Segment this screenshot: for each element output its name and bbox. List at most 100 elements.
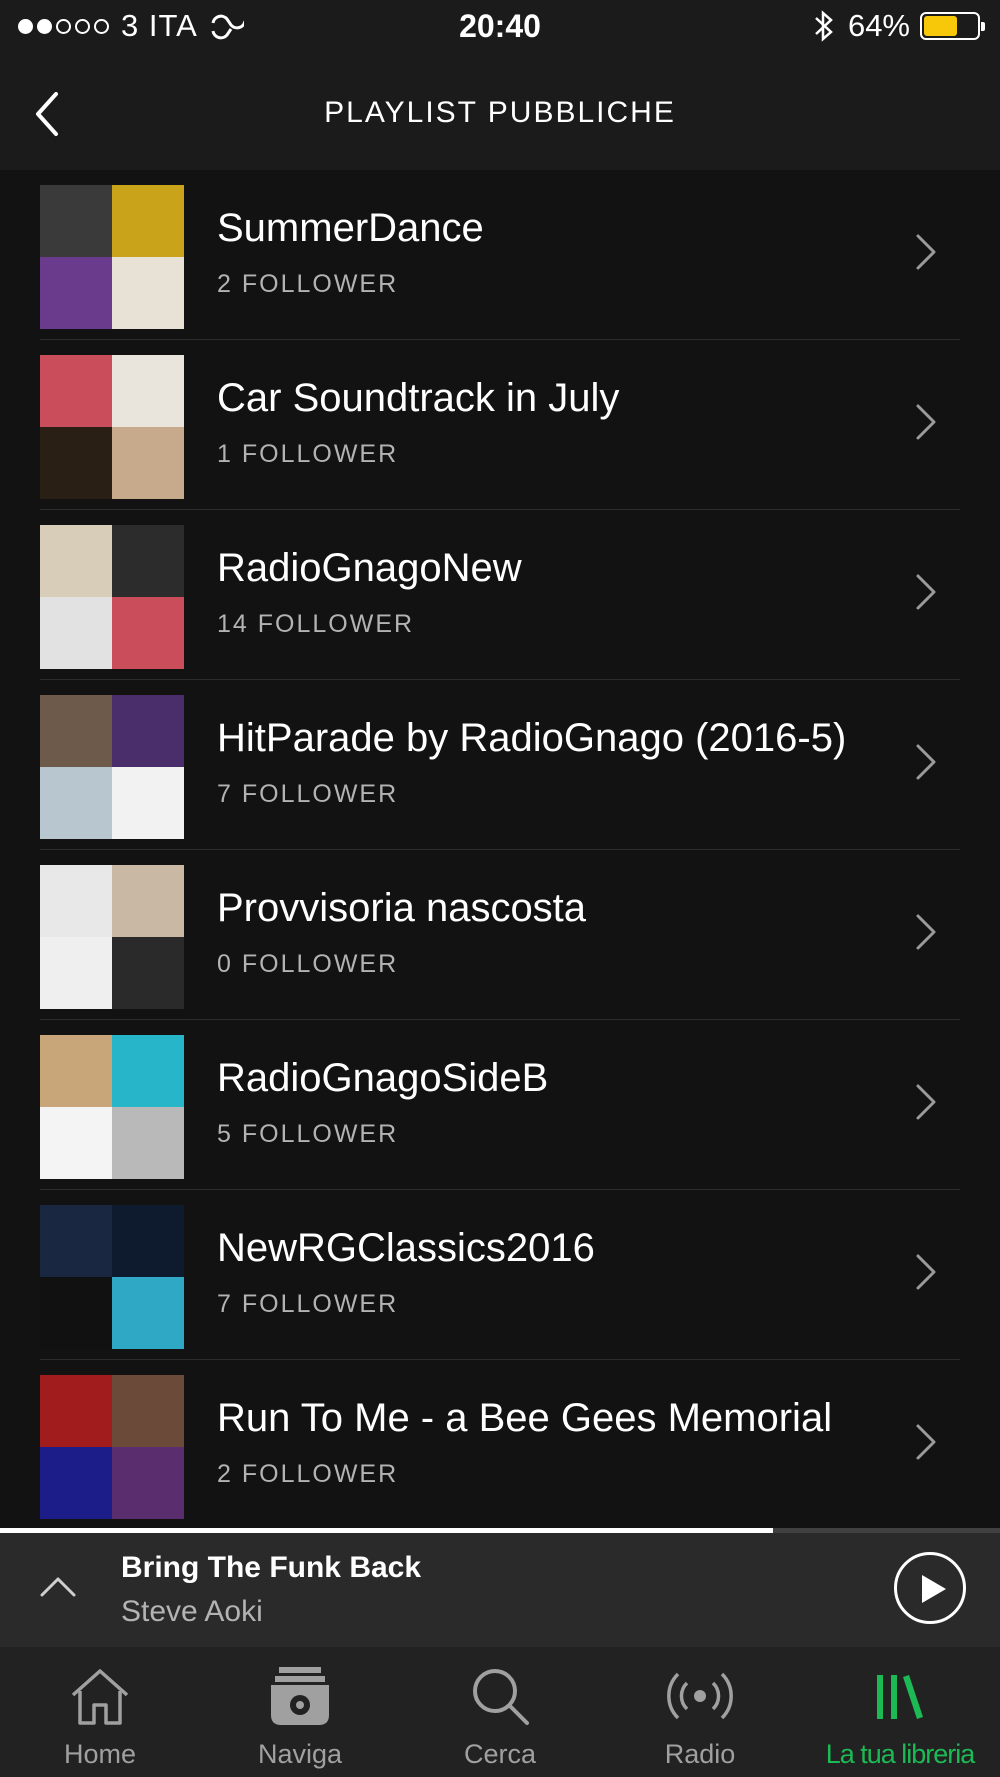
playlist-followers: 2 FOLLOWER — [217, 270, 399, 298]
playlist-row[interactable]: RadioGnagoSideB 5 FOLLOWER — [0, 1020, 1000, 1190]
playlist-row[interactable]: SummerDance 2 FOLLOWER — [0, 170, 1000, 340]
playlist-cover — [40, 1035, 184, 1179]
bluetooth-icon — [815, 10, 833, 42]
chevron-right-icon — [916, 914, 936, 950]
now-playing-bar[interactable]: Bring The Funk Back Steve Aoki — [0, 1533, 1000, 1647]
radio-icon — [667, 1672, 733, 1720]
tab-label: Naviga — [257, 1739, 343, 1769]
album-art-tile — [40, 767, 112, 839]
album-art-tile — [40, 1107, 112, 1179]
album-art-tile — [112, 1205, 184, 1277]
playlist-cover — [40, 355, 184, 499]
tab-label: Home — [63, 1739, 137, 1769]
album-art-tile — [112, 1447, 184, 1519]
search-icon — [473, 1669, 529, 1725]
playlist-row[interactable]: Car Soundtrack in July 1 FOLLOWER — [0, 340, 1000, 510]
playlist-followers: 5 FOLLOWER — [217, 1120, 399, 1148]
tab-label: La tua libreria — [825, 1739, 976, 1769]
album-art-tile — [40, 257, 112, 329]
album-art-tile — [112, 1107, 184, 1179]
playlist-row[interactable]: NewRGClassics2016 7 FOLLOWER — [0, 1190, 1000, 1360]
playlist-row[interactable]: RadioGnagoNew 14 FOLLOWER — [0, 510, 1000, 680]
playlist-name: NewRGClassics2016 — [217, 1226, 595, 1270]
album-art-tile — [112, 257, 184, 329]
album-art-tile — [112, 427, 184, 499]
album-art-tile — [112, 1035, 184, 1107]
chevron-right-icon — [916, 1254, 936, 1290]
album-art-tile — [112, 1375, 184, 1447]
playlist-name: Car Soundtrack in July — [217, 376, 620, 420]
tab-browse[interactable]: Naviga — [200, 1647, 400, 1777]
carrier-name: 3 ITA — [121, 8, 198, 43]
tab-search[interactable]: Cerca — [400, 1647, 600, 1777]
playlist-name: RadioGnagoNew — [217, 546, 522, 590]
battery-level — [924, 16, 958, 36]
album-art-tile — [40, 695, 112, 767]
tab-label: Radio — [664, 1739, 736, 1769]
status-bar: 3 ITA 20:40 64% — [0, 0, 1000, 56]
playlist-list: SummerDance 2 FOLLOWER Car Soundtrack in J… — [0, 170, 1000, 1530]
chevron-up-icon[interactable] — [38, 1571, 78, 1601]
playlist-cover — [40, 695, 184, 839]
album-art-tile — [40, 865, 112, 937]
album-art-tile — [40, 1375, 112, 1447]
sync-icon — [211, 14, 244, 40]
album-art-tile — [112, 525, 184, 597]
play-icon — [922, 1575, 946, 1603]
playlist-name: Provvisoria nascosta — [217, 886, 587, 930]
playlist-followers: 0 FOLLOWER — [217, 950, 399, 978]
album-art-tile — [112, 865, 184, 937]
album-art-tile — [40, 1447, 112, 1519]
library-icon — [877, 1675, 923, 1719]
playlist-cover — [40, 525, 184, 669]
album-art-tile — [40, 525, 112, 597]
album-art-tile — [40, 937, 112, 1009]
playlist-name: Run To Me - a Bee Gees Memorial — [217, 1396, 833, 1440]
signal-dot — [56, 18, 71, 34]
chevron-right-icon — [916, 404, 936, 440]
signal-dot — [75, 18, 90, 34]
album-art-tile — [40, 1205, 112, 1277]
now-playing-title: Bring The Funk Back — [121, 1551, 422, 1584]
playlist-row[interactable]: HitParade by RadioGnago (2016-5) 7 FOLLOW… — [0, 680, 1000, 850]
chevron-right-icon — [916, 1084, 936, 1120]
browse-icon — [271, 1667, 329, 1725]
playlist-followers: 1 FOLLOWER — [217, 440, 399, 468]
album-art-tile — [40, 1035, 112, 1107]
playlist-followers: 7 FOLLOWER — [217, 1290, 399, 1318]
playlist-followers: 7 FOLLOWER — [217, 780, 399, 808]
album-art-tile — [112, 185, 184, 257]
playlist-name: SummerDance — [217, 206, 484, 250]
status-left: 3 ITA — [18, 8, 244, 44]
album-art-tile — [40, 597, 112, 669]
home-icon — [71, 1669, 129, 1725]
playlist-followers: 2 FOLLOWER — [217, 1460, 399, 1488]
battery-icon — [920, 12, 985, 40]
album-art-tile — [112, 937, 184, 1009]
playlist-row[interactable]: Provvisoria nascosta 0 FOLLOWER — [0, 850, 1000, 1020]
playlist-cover — [40, 185, 184, 329]
album-art-tile — [112, 695, 184, 767]
chevron-right-icon — [916, 574, 936, 610]
playlist-name: HitParade by RadioGnago (2016-5) — [217, 716, 847, 760]
status-right: 64% — [812, 8, 985, 44]
tab-radio[interactable]: Radio — [600, 1647, 800, 1777]
chevron-right-icon — [916, 1424, 936, 1460]
tab-home[interactable]: Home — [0, 1647, 200, 1777]
signal-dot — [37, 18, 52, 34]
album-art-tile — [112, 355, 184, 427]
now-playing-artist: Steve Aoki — [121, 1595, 263, 1628]
signal-dot — [94, 18, 109, 34]
album-art-tile — [112, 1277, 184, 1349]
playlist-followers: 14 FOLLOWER — [217, 610, 415, 638]
album-art-tile — [40, 1277, 112, 1349]
playlist-cover — [40, 1375, 184, 1519]
play-button[interactable] — [894, 1552, 966, 1624]
playlist-cover — [40, 865, 184, 1009]
album-art-tile — [40, 185, 112, 257]
playlist-name: RadioGnagoSideB — [217, 1056, 549, 1100]
tab-library[interactable]: La tua libreria — [800, 1647, 1000, 1777]
playlist-row[interactable]: Run To Me - a Bee Gees Memorial 2 FOLLOWE… — [0, 1360, 1000, 1530]
album-art-tile — [40, 427, 112, 499]
battery-percent: 64% — [847, 8, 910, 43]
